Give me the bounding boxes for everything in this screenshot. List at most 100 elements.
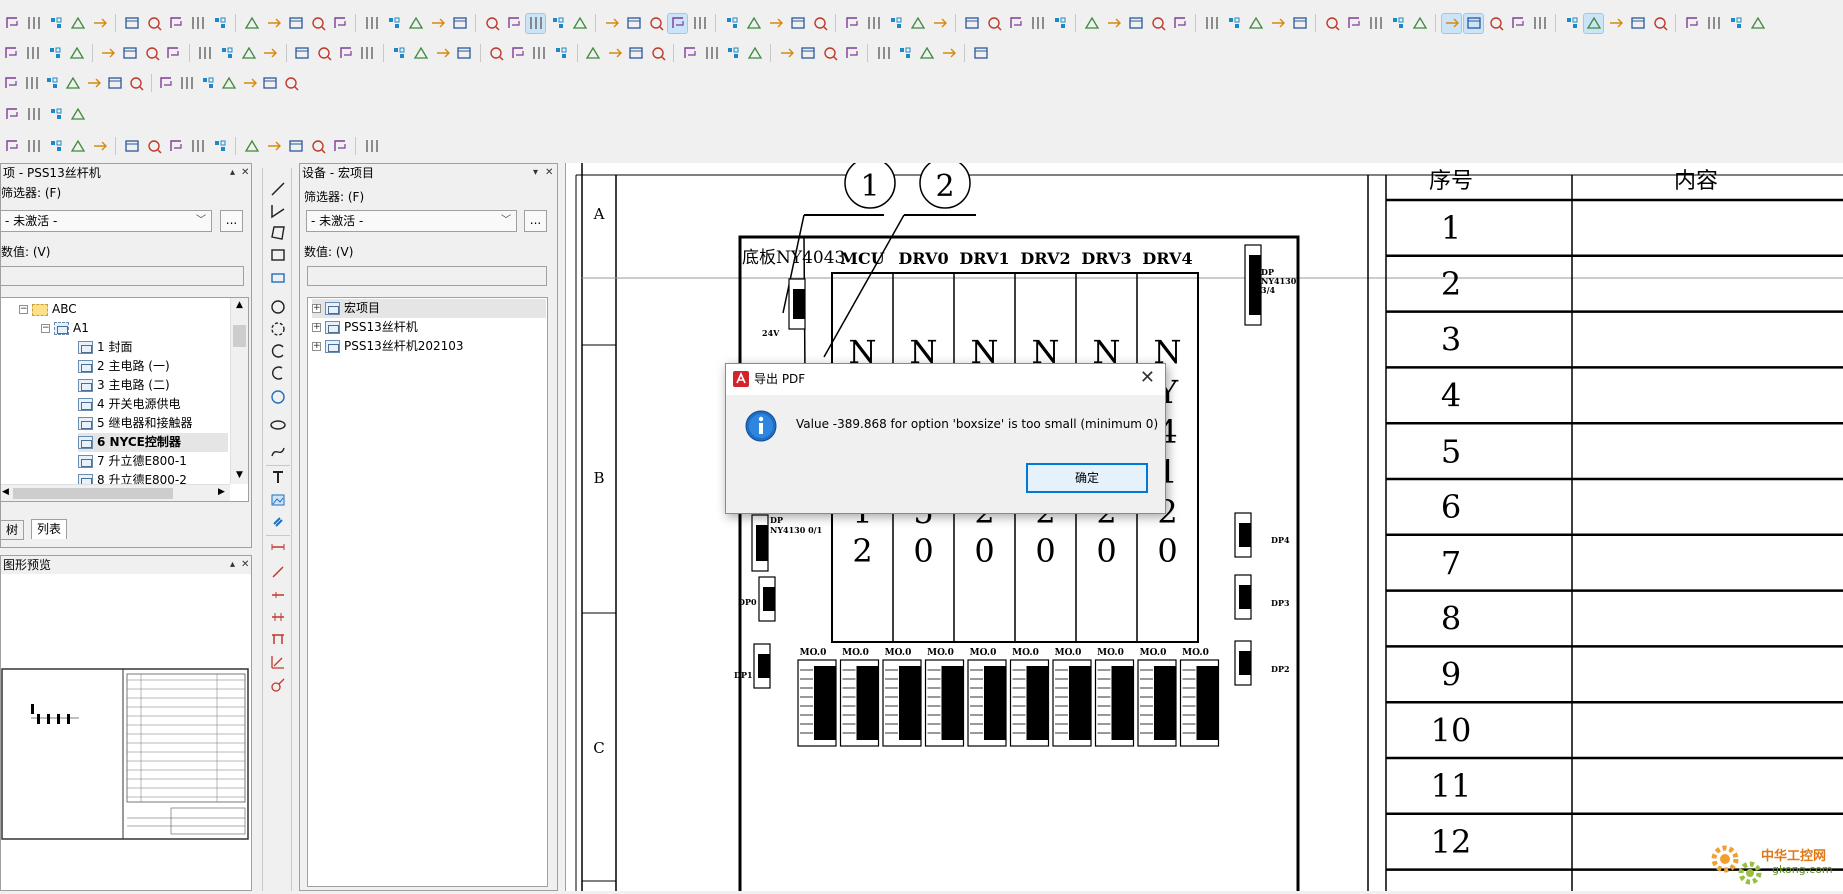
toolbar-tool-icon[interactable] — [1268, 14, 1287, 33]
toolbar-tool-icon[interactable] — [1006, 14, 1025, 33]
toolbar-tool-icon[interactable] — [362, 137, 381, 156]
toolbar-tool-icon[interactable] — [552, 44, 571, 63]
toolbar-tool-icon[interactable] — [744, 14, 763, 33]
toolbar-tool-icon[interactable] — [810, 14, 829, 33]
toolbar-tool-icon[interactable] — [188, 14, 207, 33]
toolbar-tool-icon[interactable] — [242, 137, 261, 156]
toolbar-tool-icon[interactable] — [85, 74, 103, 93]
hyperlink-tool-icon[interactable] — [269, 513, 287, 531]
toolbar-tool-icon[interactable] — [1562, 14, 1581, 33]
circle-dashed-tool-icon[interactable] — [269, 320, 287, 338]
tab-list[interactable]: 列表 — [31, 519, 68, 539]
toolbar-tool-icon[interactable] — [1170, 14, 1189, 33]
close-icon[interactable]: ✕ — [241, 164, 249, 182]
toolbar-tool-icon[interactable] — [286, 137, 305, 156]
toolbar-tool-icon[interactable] — [1246, 14, 1265, 33]
toolbar-tool-icon[interactable] — [1104, 14, 1123, 33]
toolbar-tool-icon[interactable] — [23, 74, 41, 93]
toolbar-tool-icon[interactable] — [336, 44, 355, 63]
toolbar-tool-icon[interactable] — [45, 44, 64, 63]
toolbar-tool-icon[interactable] — [330, 14, 349, 33]
chain-dimension-icon[interactable] — [269, 608, 287, 626]
toolbar-tool-icon[interactable] — [1748, 14, 1767, 33]
toolbar-tool-icon[interactable] — [286, 14, 305, 33]
toolbar-tool-icon[interactable] — [940, 44, 959, 63]
expand-icon[interactable]: + — [312, 342, 321, 351]
toolbar-tool-icon[interactable] — [164, 44, 183, 63]
toolbar-tool-icon[interactable] — [428, 14, 447, 33]
toolbar-tool-icon[interactable] — [218, 44, 237, 63]
filter-select[interactable]: - 未激活 - ﹀ — [0, 210, 212, 232]
close-icon[interactable]: ✕ — [545, 164, 553, 182]
tree-item-page-3[interactable]: 3 主电路 (二) — [78, 376, 170, 395]
toolbar-tool-icon[interactable] — [984, 14, 1003, 33]
toolbar-tool-icon[interactable] — [166, 137, 185, 156]
toolbar-tool-icon[interactable] — [433, 44, 452, 63]
toolbar-tool-icon[interactable] — [384, 14, 403, 33]
toolbar-tool-icon[interactable] — [1530, 14, 1549, 33]
toolbar-tool-icon[interactable] — [24, 105, 43, 124]
toolbar-tool-icon[interactable] — [799, 44, 818, 63]
toolbar-tool-icon[interactable] — [90, 137, 109, 156]
spline-tool-icon[interactable] — [269, 443, 287, 461]
arc-alt-tool-icon[interactable] — [269, 364, 287, 382]
toolbar-tool-icon[interactable] — [210, 137, 229, 156]
toolbar-tool-icon[interactable] — [864, 14, 883, 33]
toolbar-tool-icon[interactable] — [46, 137, 65, 156]
toolbar-tool-icon[interactable] — [2, 137, 21, 156]
toolbar-tool-icon[interactable] — [264, 137, 283, 156]
toolbar-tool-icon[interactable] — [144, 137, 163, 156]
toolbar-tool-icon[interactable] — [358, 44, 377, 63]
toolbar-tool-icon[interactable] — [122, 14, 141, 33]
toolbar-tool-icon[interactable] — [68, 105, 87, 124]
toolbar-tool-icon[interactable] — [122, 137, 141, 156]
toolbar-tool-icon[interactable] — [1726, 14, 1745, 33]
toolbar-tool-icon[interactable] — [406, 14, 425, 33]
toolbar-tool-icon[interactable] — [1050, 14, 1069, 33]
toolbar-tool-icon[interactable] — [241, 74, 259, 93]
angle-dimension-icon[interactable] — [269, 653, 287, 671]
toolbar-tool-icon[interactable] — [1704, 14, 1723, 33]
toolbar-tool-icon[interactable] — [390, 44, 409, 63]
toolbar-tool-icon[interactable] — [282, 74, 300, 93]
tree-item-a1[interactable]: − A1 — [41, 319, 89, 338]
toolbar-tool-icon[interactable] — [90, 14, 109, 33]
baseline-dimension-icon[interactable] — [269, 630, 287, 648]
toolbar-tool-icon[interactable] — [627, 44, 646, 63]
toolbar-tool-icon[interactable] — [1682, 14, 1701, 33]
toolbar-tool-icon[interactable] — [1583, 12, 1604, 34]
close-icon[interactable]: ✕ — [241, 556, 249, 574]
toolbar-tool-icon[interactable] — [896, 44, 915, 63]
tree-item-page-2[interactable]: 2 主电路 (一) — [78, 357, 170, 376]
toolbar-tool-icon[interactable] — [210, 14, 229, 33]
toolbar-tool-icon[interactable] — [570, 14, 589, 33]
rectangle-tool-icon[interactable] — [269, 246, 287, 264]
pie-tool-icon[interactable] — [269, 388, 287, 406]
toolbar-tool-icon[interactable] — [788, 14, 807, 33]
toolbar-tool-icon[interactable] — [1082, 14, 1101, 33]
toolbar-tool-icon[interactable] — [722, 14, 741, 33]
toolbar-tool-icon[interactable] — [196, 44, 215, 63]
toolbar-tool-icon[interactable] — [690, 14, 709, 33]
collapse-icon[interactable]: − — [41, 324, 50, 333]
toolbar-tool-icon[interactable] — [908, 14, 927, 33]
scroll-up-icon[interactable]: ▲ — [236, 300, 243, 310]
tree-item-page-4[interactable]: 4 开关电源供电 — [78, 395, 180, 414]
polyline-tool-icon[interactable] — [269, 202, 287, 220]
panel-menu-icon[interactable]: ▾ — [533, 164, 538, 182]
toolbar-tool-icon[interactable] — [67, 44, 86, 63]
tree-item-page-1[interactable]: 1 封面 — [78, 338, 132, 357]
toolbar-tool-icon[interactable] — [455, 44, 474, 63]
toolbar-tool-icon[interactable] — [667, 12, 688, 34]
value-input[interactable] — [0, 266, 244, 286]
image-tool-icon[interactable] — [269, 491, 287, 509]
panel-menu-icon[interactable]: ▴ — [230, 164, 235, 182]
toolbar-tool-icon[interactable] — [411, 44, 430, 63]
toolbar-tool-icon[interactable] — [702, 44, 721, 63]
toolbar-tool-icon[interactable] — [482, 14, 501, 33]
scroll-thumb[interactable] — [13, 488, 173, 499]
toolbar-tool-icon[interactable] — [242, 14, 261, 33]
toolbar-tool-icon[interactable] — [308, 14, 327, 33]
dimension-tool-icon[interactable] — [269, 538, 287, 556]
toolbar-tool-icon[interactable] — [1224, 14, 1243, 33]
